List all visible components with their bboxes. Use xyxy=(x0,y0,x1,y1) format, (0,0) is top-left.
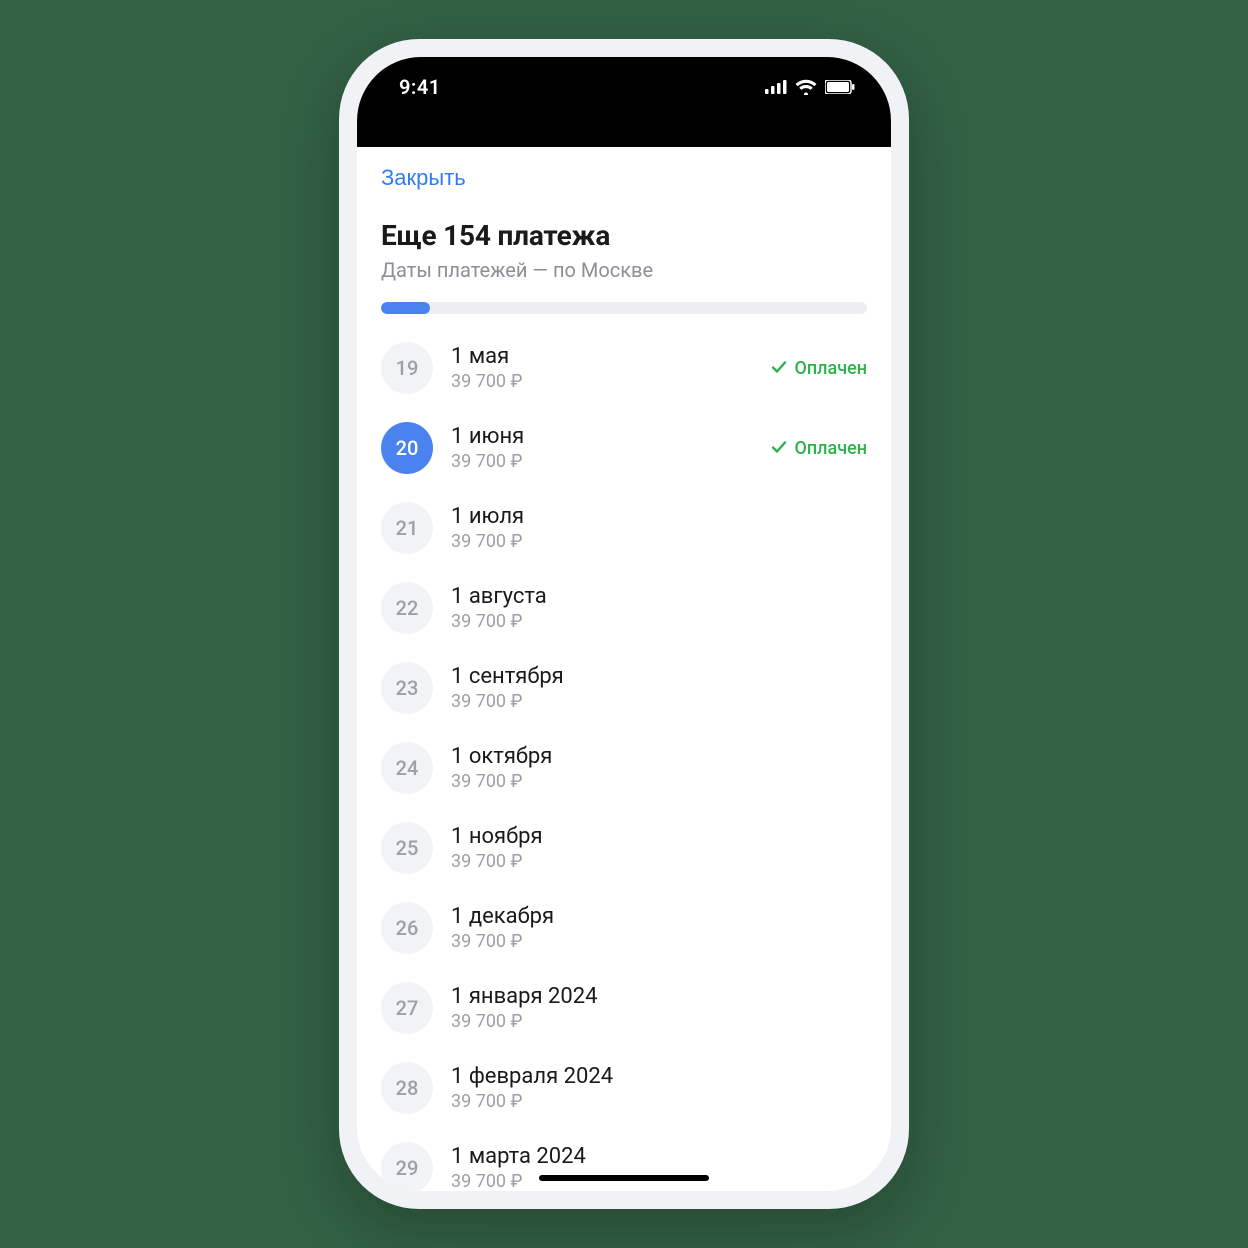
payment-amount: 39 700 ₽ xyxy=(451,931,867,952)
payments-list[interactable]: 191 мая39 700 ₽Оплачен201 июня39 700 ₽Оп… xyxy=(357,322,891,1191)
cellular-icon xyxy=(765,80,787,94)
payment-status-label: Оплачен xyxy=(795,438,868,459)
payment-main: 1 марта 202439 700 ₽ xyxy=(451,1144,867,1191)
payment-main: 1 января 202439 700 ₽ xyxy=(451,984,867,1032)
payment-row[interactable]: 25 1 ноября39 700 ₽ xyxy=(381,808,867,888)
payment-date: 1 февраля 2024 xyxy=(451,1064,867,1089)
payment-number-badge: 25 xyxy=(381,822,433,874)
payment-number-badge: 24 xyxy=(381,742,433,794)
payment-date: 1 ноября xyxy=(451,824,867,849)
payment-row[interactable]: 27 1 января 202439 700 ₽ xyxy=(381,968,867,1048)
progress-fill xyxy=(381,302,430,314)
payment-main: 1 августа39 700 ₽ xyxy=(451,584,867,632)
payment-number-badge: 22 xyxy=(381,582,433,634)
payment-date: 1 марта 2024 xyxy=(451,1144,867,1169)
progress-wrap xyxy=(357,288,891,322)
device-notch xyxy=(509,57,739,97)
payment-amount: 39 700 ₽ xyxy=(451,771,867,792)
payment-amount: 39 700 ₽ xyxy=(451,1011,867,1032)
close-row: Закрыть xyxy=(357,147,891,201)
payment-status-label: Оплачен xyxy=(795,358,868,379)
title-block: Еще 154 платежа Даты платежей — по Москв… xyxy=(357,201,891,288)
payment-row[interactable]: 28 1 февраля 202439 700 ₽ xyxy=(381,1048,867,1128)
payment-amount: 39 700 ₽ xyxy=(451,371,753,392)
payment-row[interactable]: 22 1 августа39 700 ₽ xyxy=(381,568,867,648)
page-title: Еще 154 платежа xyxy=(381,219,867,252)
payment-date: 1 сентября xyxy=(451,664,867,689)
payment-number-badge: 23 xyxy=(381,662,433,714)
payment-amount: 39 700 ₽ xyxy=(451,851,867,872)
payments-sheet: Закрыть Еще 154 платежа Даты платежей — … xyxy=(357,147,891,1191)
payment-date: 1 декабря xyxy=(451,904,867,929)
payment-main: 1 декабря39 700 ₽ xyxy=(451,904,867,952)
payment-status-paid: Оплачен xyxy=(771,438,868,459)
payment-row[interactable]: 20 1 июня39 700 ₽ Оплачен xyxy=(381,408,867,488)
payment-date: 1 июля xyxy=(451,504,867,529)
payment-main: 1 февраля 202439 700 ₽ xyxy=(451,1064,867,1112)
payment-main: 1 октября39 700 ₽ xyxy=(451,744,867,792)
payment-row[interactable]: 26 1 декабря39 700 ₽ xyxy=(381,888,867,968)
home-indicator[interactable] xyxy=(539,1175,709,1181)
payment-number-badge: 28 xyxy=(381,1062,433,1114)
payment-main: 1 июня39 700 ₽ xyxy=(451,424,753,472)
payment-date: 1 января 2024 xyxy=(451,984,867,1009)
phone-frame: 9:41 Закрыть Еще 154 xyxy=(339,39,909,1209)
payment-date: 1 июня xyxy=(451,424,753,449)
close-button[interactable]: Закрыть xyxy=(381,165,466,191)
payment-amount: 39 700 ₽ xyxy=(451,531,867,552)
payment-amount: 39 700 ₽ xyxy=(451,691,867,712)
payment-row[interactable]: 21 1 июля39 700 ₽ xyxy=(381,488,867,568)
statusbar-area: 9:41 xyxy=(357,57,891,147)
check-icon xyxy=(771,359,789,377)
wifi-icon xyxy=(795,79,817,95)
check-icon xyxy=(771,439,789,457)
progress-bar xyxy=(381,302,867,314)
payment-amount: 39 700 ₽ xyxy=(451,1171,867,1191)
statusbar-time: 9:41 xyxy=(399,75,441,99)
page-subtitle: Даты платежей — по Москве xyxy=(381,258,867,282)
payment-main: 1 ноября39 700 ₽ xyxy=(451,824,867,872)
payment-number-badge: 21 xyxy=(381,502,433,554)
payment-status-paid: Оплачен xyxy=(771,358,868,379)
payment-number-badge: 27 xyxy=(381,982,433,1034)
payment-row[interactable]: 19 1 мая39 700 ₽ Оплачен xyxy=(381,328,867,408)
payment-amount: 39 700 ₽ xyxy=(451,611,867,632)
battery-icon xyxy=(825,80,855,94)
payment-number-badge: 29 xyxy=(381,1142,433,1191)
payment-main: 1 июля39 700 ₽ xyxy=(451,504,867,552)
payment-main: 1 сентября39 700 ₽ xyxy=(451,664,867,712)
statusbar-right xyxy=(765,79,855,95)
payment-date: 1 октября xyxy=(451,744,867,769)
screen: 9:41 Закрыть Еще 154 xyxy=(357,57,891,1191)
payment-number-badge: 26 xyxy=(381,902,433,954)
payment-amount: 39 700 ₽ xyxy=(451,451,753,472)
payment-number-badge: 19 xyxy=(381,342,433,394)
payment-number-badge: 20 xyxy=(381,422,433,474)
payment-row[interactable]: 24 1 октября39 700 ₽ xyxy=(381,728,867,808)
payment-date: 1 мая xyxy=(451,344,753,369)
payment-amount: 39 700 ₽ xyxy=(451,1091,867,1112)
payment-main: 1 мая39 700 ₽ xyxy=(451,344,753,392)
payment-date: 1 августа xyxy=(451,584,867,609)
payment-row[interactable]: 23 1 сентября39 700 ₽ xyxy=(381,648,867,728)
payment-row[interactable]: 29 1 марта 202439 700 ₽ xyxy=(381,1128,867,1191)
